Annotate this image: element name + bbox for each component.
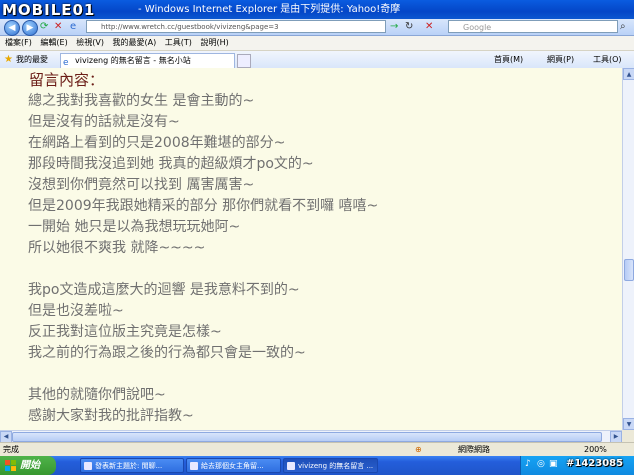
message-line: 反正我對這位版主究竟是怎樣~ (28, 324, 222, 340)
tools-menu-button[interactable]: 工具(O) (593, 51, 622, 68)
address-toolbar: ◀ ▶ ⟳ ✕ e http://www.wretch.cc/guestbook… (0, 19, 634, 36)
message-line: 但是2009年我跟她精采的部分 那你們就看不到囉 嘻嘻~ (28, 198, 379, 214)
address-field[interactable]: http://www.wretch.cc/guestbook/vivizeng&… (86, 20, 386, 33)
scroll-down-arrow-icon[interactable]: ▼ (623, 418, 634, 430)
taskbar-item-label: 給去那個女主角留... (201, 462, 264, 470)
zoom-level[interactable]: 200% (584, 443, 607, 457)
tab-active[interactable]: vivizeng 的無名留言 - 無名小站 (60, 53, 235, 68)
message-line: 所以她很不爽我 就降~~~~ (28, 240, 206, 256)
menu-bar: 檔案(F) 編輯(E) 檢視(V) 我的最愛(A) 工具(T) 說明(H) (0, 36, 634, 51)
scroll-up-arrow-icon[interactable]: ▲ (623, 68, 634, 80)
message-line: 在網路上看到的只是2008年難堪的部分~ (28, 135, 286, 151)
message-line: 總之我對我喜歡的女生 是會主動的~ (28, 93, 255, 109)
go-icon[interactable]: → (390, 19, 398, 35)
message-line: 但是也沒差啦~ (28, 303, 124, 319)
globe-icon: ⊕ (415, 445, 422, 454)
message-line: 那段時間我沒追到她 我真的超級煩才po文的~ (28, 156, 314, 172)
menu-view[interactable]: 檢視(V) (76, 36, 104, 50)
taskbar-item[interactable]: 發表新主題於: 閒聊... (80, 458, 184, 473)
menu-favorites[interactable]: 我的最愛(A) (113, 36, 157, 50)
menu-edit[interactable]: 編輯(E) (40, 36, 67, 50)
ie-icon (190, 462, 198, 470)
page-content: 留言內容： 總之我對我喜歡的女生 是會主動的~ 但是沒有的話就是沒有~ 在網路上… (0, 68, 622, 430)
favorites-star-icon[interactable]: ★ (4, 51, 13, 68)
menu-tools[interactable]: 工具(T) (165, 36, 192, 50)
watermark-id: #1423085 (566, 458, 624, 469)
message-heading: 留言內容： (29, 71, 105, 89)
taskbar-item[interactable]: 給去那個女主角留... (186, 458, 281, 473)
message-line: 其他的就隨你們說吧~ (28, 387, 166, 403)
tray-icon[interactable]: ▣ (549, 459, 558, 469)
stop-icon[interactable]: ✕ (54, 19, 62, 35)
menu-file[interactable]: 檔案(F) (5, 36, 32, 50)
window-title: - Windows Internet Explorer 是由下列提供: Yaho… (138, 4, 401, 15)
taskbar-item[interactable]: vivizeng 的無名留言 ... (283, 458, 378, 473)
new-tab-button[interactable] (237, 54, 251, 68)
message-line: 一開始 她只是以為我想玩玩她阿~ (28, 219, 241, 235)
ie-page-icon: e (70, 21, 77, 32)
tray-icon[interactable]: ◎ (537, 459, 545, 469)
message-line: 沒想到你們竟然可以找到 厲害厲害~ (28, 177, 255, 193)
page-menu-button[interactable]: 網頁(P) (547, 51, 574, 68)
message-line: 但是沒有的話就是沒有~ (28, 114, 180, 130)
watermark-logo: MOBILE01 (2, 1, 96, 19)
back-button[interactable]: ◀ (4, 20, 20, 36)
tray-icon[interactable]: ♪ (525, 459, 531, 469)
favorites-label[interactable]: 我的最愛 (16, 51, 48, 68)
vertical-scrollbar[interactable]: ▲ ▼ (622, 68, 634, 430)
ie-icon (84, 462, 92, 470)
ie-icon (287, 462, 295, 470)
stop-small-icon[interactable]: ✕ (425, 19, 433, 35)
title-bar: MOBILE01 - Windows Internet Explorer 是由下… (0, 0, 634, 19)
search-input[interactable]: Google (448, 20, 618, 33)
message-line: 我之前的行為跟之後的行為都只會是一致的~ (28, 345, 306, 361)
search-icon[interactable]: ⌕ (620, 19, 626, 35)
home-button[interactable]: 首頁(M) (494, 51, 523, 68)
horizontal-scroll-thumb[interactable] (12, 432, 602, 442)
forward-button[interactable]: ▶ (22, 20, 38, 36)
menu-help[interactable]: 說明(H) (200, 36, 228, 50)
windows-flag-icon (5, 460, 16, 471)
taskbar-item-label: 發表新主題於: 閒聊... (95, 462, 163, 470)
status-bar: 完成 ⊕ 網際網路 200% (0, 442, 634, 457)
status-text: 完成 (3, 445, 19, 454)
refresh-small-icon[interactable]: ↻ (405, 19, 413, 35)
vertical-scroll-thumb[interactable] (624, 259, 634, 281)
taskbar: 開始 發表新主題於: 閒聊... 給去那個女主角留... vivizeng 的無… (0, 456, 634, 475)
message-line: 我po文造成這麼大的迴響 是我意料不到的~ (28, 282, 300, 298)
taskbar-item-label: vivizeng 的無名留言 ... (298, 462, 374, 470)
message-line: 感謝大家對我的批評指教~ (28, 408, 194, 424)
tab-row: ★ 我的最愛 vivizeng 的無名留言 - 無名小站 e 首頁(M) 網頁(… (0, 51, 634, 69)
status-zone: 網際網路 (458, 445, 490, 454)
refresh-icon[interactable]: ⟳ (40, 19, 48, 35)
